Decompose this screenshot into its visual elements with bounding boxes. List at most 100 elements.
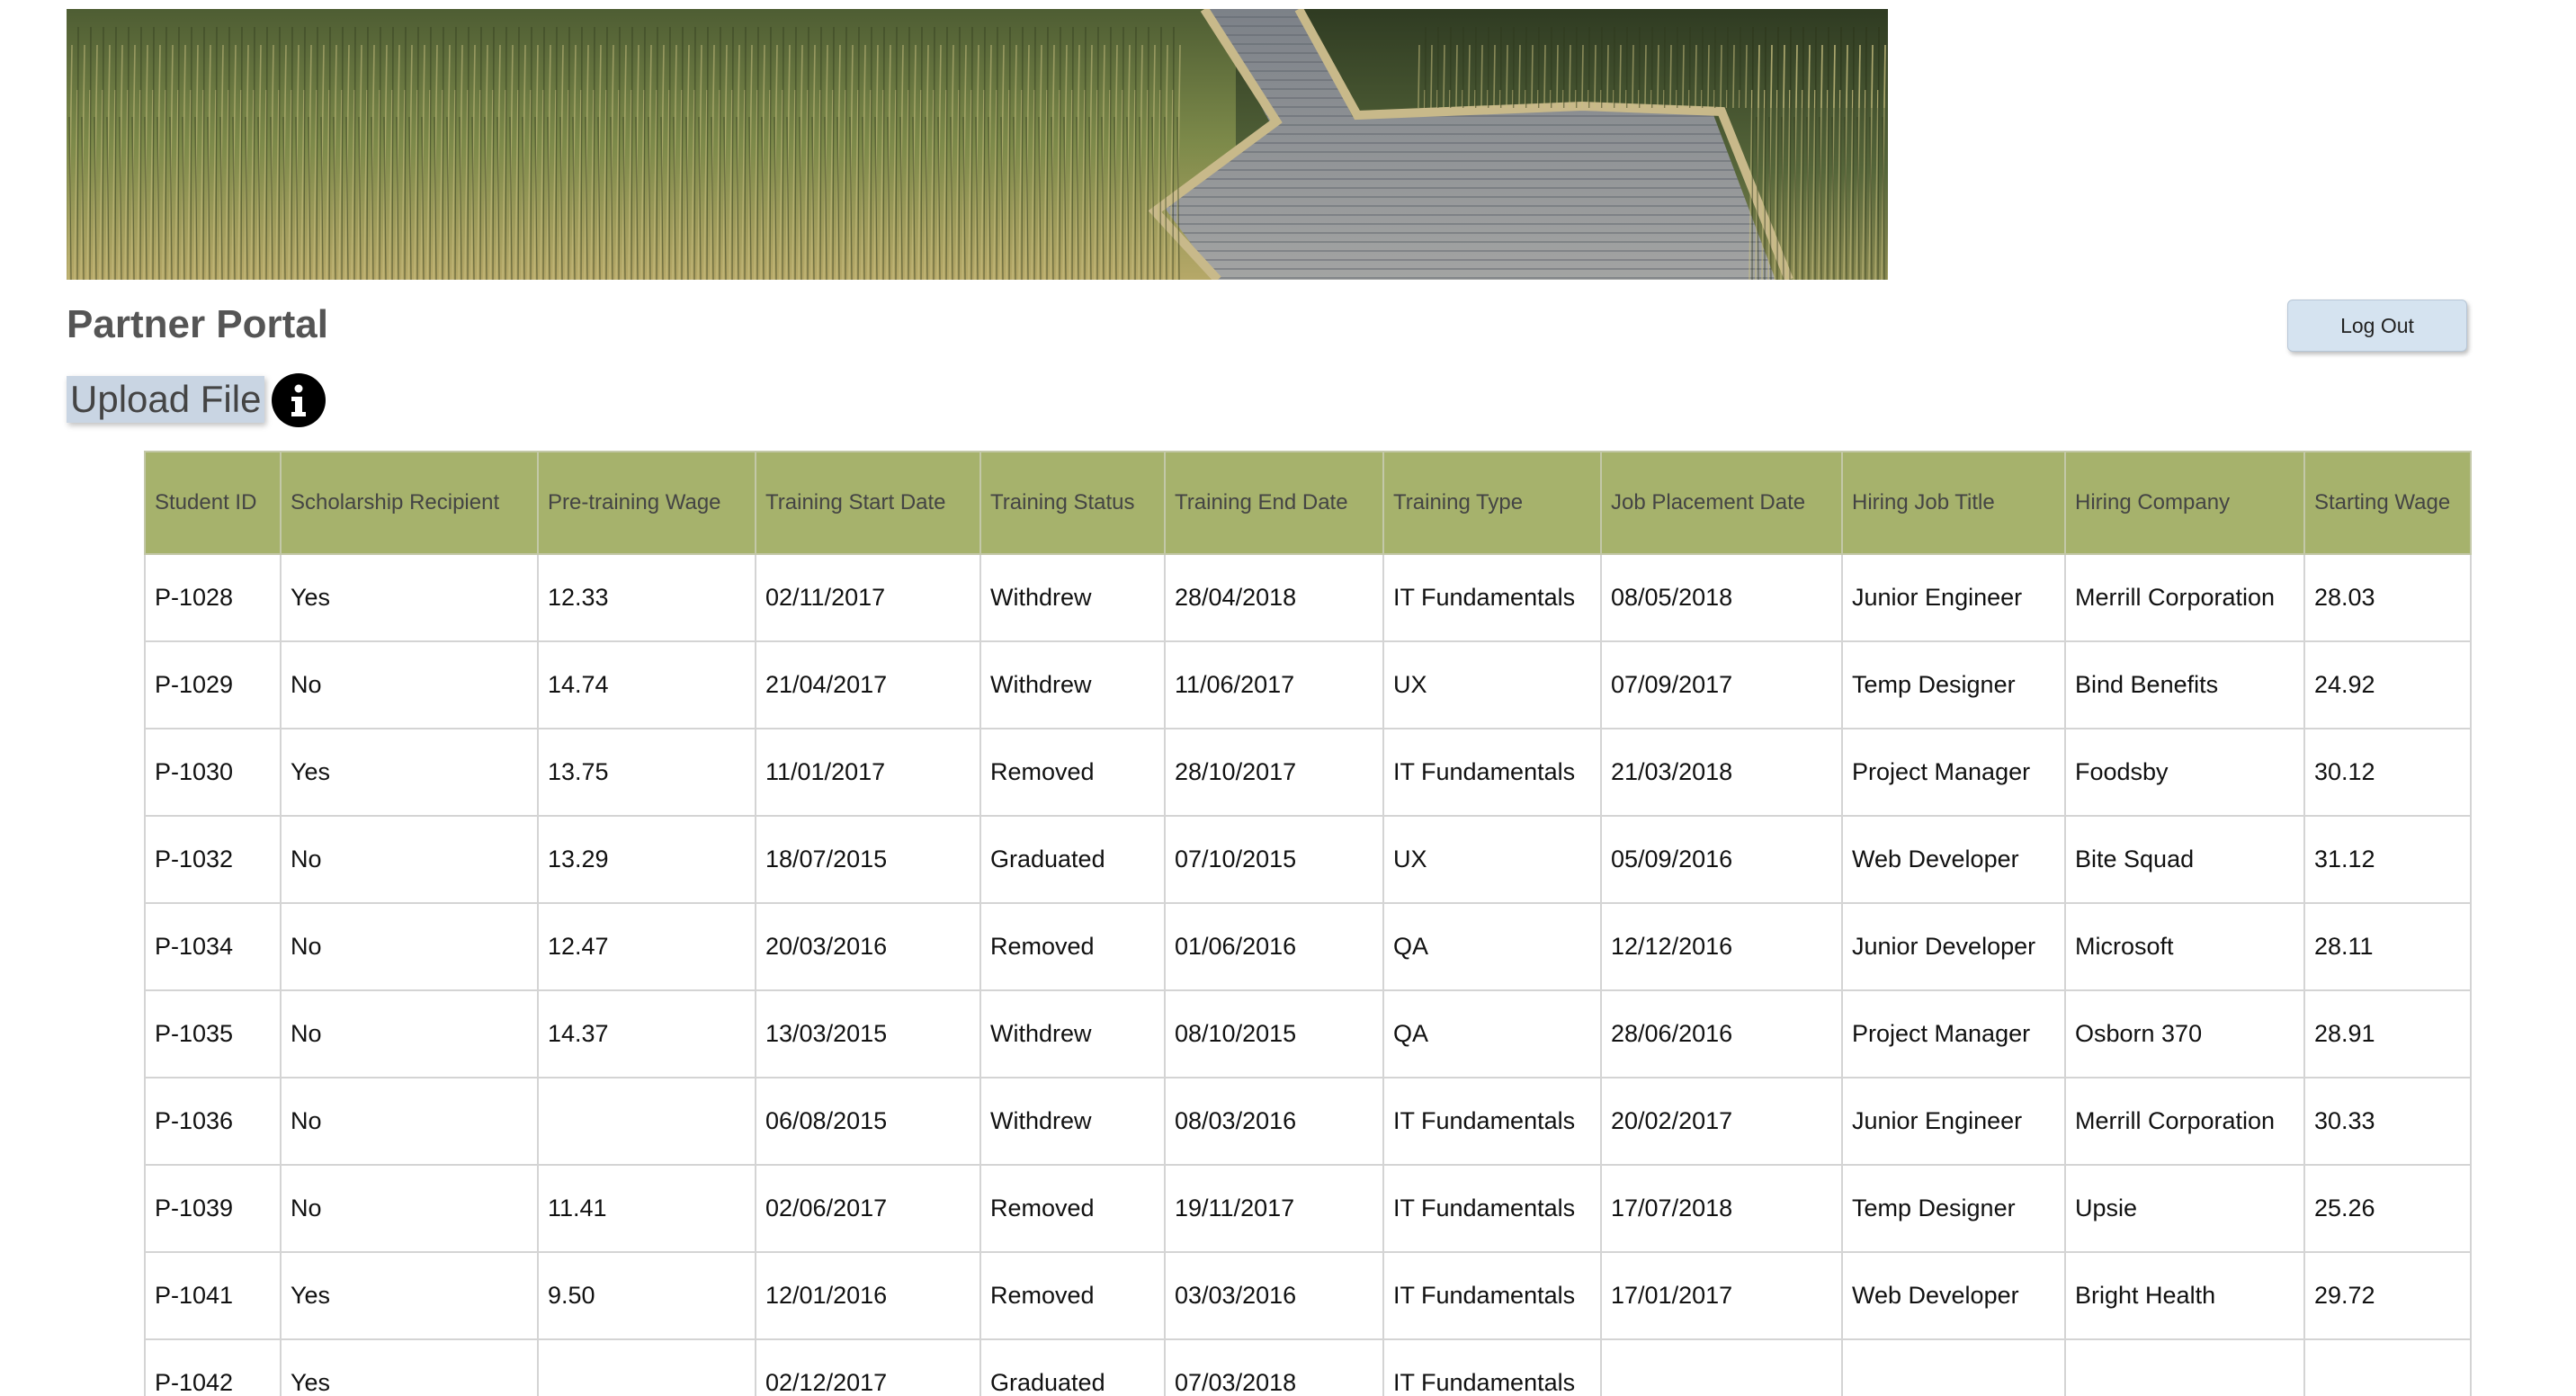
cell-training-end-date: 07/03/2018: [1164, 1338, 1384, 1396]
cell-training-start-date: 02/06/2017: [755, 1164, 981, 1253]
cell-training-status: Removed: [979, 1251, 1166, 1340]
cell-student-id: P-1032: [144, 815, 282, 904]
cell-job-placement-date: 28/06/2016: [1600, 989, 1843, 1078]
cell-starting-wage: 31.12: [2303, 815, 2472, 904]
cell-training-end-date: 28/10/2017: [1164, 728, 1384, 817]
cell-student-id: P-1036: [144, 1077, 282, 1166]
cell-training-type: IT Fundamentals: [1382, 553, 1602, 642]
table-row[interactable]: P-1029 No 14.74 21/04/2017 Withdrew 11/06/201…: [144, 640, 2472, 729]
table-row[interactable]: P-1036 No 06/08/2015 Withdrew 08/03/2016 IT F…: [144, 1077, 2472, 1166]
table-row[interactable]: P-1039 No 11.41 02/06/2017 Removed 19/11/2017…: [144, 1164, 2472, 1253]
students-table-container[interactable]: Student ID Scholarship Recipient Pre-tra…: [144, 451, 2488, 1396]
column-header-training-status[interactable]: Training Status: [979, 451, 1166, 555]
upload-file-button[interactable]: Upload File: [67, 376, 265, 423]
cell-job-placement-date: 17/07/2018: [1600, 1164, 1843, 1253]
table-row[interactable]: P-1042 Yes 02/12/2017 Graduated 07/03/2018 IT…: [144, 1338, 2472, 1396]
cell-training-start-date: 06/08/2015: [755, 1077, 981, 1166]
column-header-training-end-date[interactable]: Training End Date: [1164, 451, 1384, 555]
cell-training-end-date: 08/03/2016: [1164, 1077, 1384, 1166]
cell-training-start-date: 02/12/2017: [755, 1338, 981, 1396]
cell-hiring-job-title: Web Developer: [1841, 1251, 2066, 1340]
column-header-starting-wage[interactable]: Starting Wage: [2303, 451, 2472, 555]
table-row[interactable]: P-1032 No 13.29 18/07/2015 Graduated 07/10/20…: [144, 815, 2472, 904]
cell-training-status: Removed: [979, 728, 1166, 817]
cell-training-type: IT Fundamentals: [1382, 728, 1602, 817]
table-row[interactable]: P-1030 Yes 13.75 11/01/2017 Removed 28/10/201…: [144, 728, 2472, 817]
cell-training-status: Withdrew: [979, 553, 1166, 642]
cell-hiring-company: [2064, 1338, 2305, 1396]
cell-job-placement-date: [1600, 1338, 1843, 1396]
cell-training-status: Graduated: [979, 1338, 1166, 1396]
cell-scholarship-recipient: Yes: [280, 1251, 539, 1340]
cell-job-placement-date: 20/02/2017: [1600, 1077, 1843, 1166]
table-row[interactable]: P-1041 Yes 9.50 12/01/2016 Removed 03/03/2016…: [144, 1251, 2472, 1340]
cell-scholarship-recipient: No: [280, 815, 539, 904]
cell-pre-training-wage: 12.33: [537, 553, 756, 642]
cell-student-id: P-1029: [144, 640, 282, 729]
partner-portal-page: Partner Portal Log Out Upload File Stude…: [0, 0, 2576, 1396]
cell-starting-wage: 24.92: [2303, 640, 2472, 729]
cell-student-id: P-1035: [144, 989, 282, 1078]
cell-scholarship-recipient: No: [280, 989, 539, 1078]
log-out-button[interactable]: Log Out: [2287, 300, 2467, 352]
cell-training-end-date: 03/03/2016: [1164, 1251, 1384, 1340]
cell-hiring-company: Bind Benefits: [2064, 640, 2305, 729]
cell-training-status: Removed: [979, 902, 1166, 991]
cell-job-placement-date: 21/03/2018: [1600, 728, 1843, 817]
cell-student-id: P-1030: [144, 728, 282, 817]
cell-training-type: UX: [1382, 640, 1602, 729]
cell-hiring-company: Microsoft: [2064, 902, 2305, 991]
cell-scholarship-recipient: Yes: [280, 1338, 539, 1396]
cell-training-type: UX: [1382, 815, 1602, 904]
cell-scholarship-recipient: No: [280, 902, 539, 991]
cell-pre-training-wage: 11.41: [537, 1164, 756, 1253]
cell-hiring-company: Merrill Corporation: [2064, 1077, 2305, 1166]
table-row[interactable]: P-1028 Yes 12.33 02/11/2017 Withdrew 28/04/20…: [144, 553, 2472, 642]
cell-training-start-date: 20/03/2016: [755, 902, 981, 991]
info-icon[interactable]: [272, 373, 326, 427]
cell-training-status: Withdrew: [979, 1077, 1166, 1166]
cell-scholarship-recipient: No: [280, 1164, 539, 1253]
column-header-hiring-company[interactable]: Hiring Company: [2064, 451, 2305, 555]
column-header-pre-training-wage[interactable]: Pre-training Wage: [537, 451, 756, 555]
table-row[interactable]: P-1035 No 14.37 13/03/2015 Withdrew 08/10/201…: [144, 989, 2472, 1078]
cell-hiring-job-title: Project Manager: [1841, 989, 2066, 1078]
cell-training-end-date: 19/11/2017: [1164, 1164, 1384, 1253]
cell-hiring-job-title: Temp Designer: [1841, 1164, 2066, 1253]
column-header-job-placement-date[interactable]: Job Placement Date: [1600, 451, 1843, 555]
cell-training-end-date: 01/06/2016: [1164, 902, 1384, 991]
cell-pre-training-wage: 14.74: [537, 640, 756, 729]
cell-training-type: IT Fundamentals: [1382, 1164, 1602, 1253]
cell-hiring-company: Osborn 370: [2064, 989, 2305, 1078]
cell-training-end-date: 11/06/2017: [1164, 640, 1384, 729]
cell-starting-wage: [2303, 1338, 2472, 1396]
cell-scholarship-recipient: No: [280, 1077, 539, 1166]
column-header-student-id[interactable]: Student ID: [144, 451, 282, 555]
cell-training-start-date: 12/01/2016: [755, 1251, 981, 1340]
cell-hiring-job-title: Junior Developer: [1841, 902, 2066, 991]
cell-training-status: Withdrew: [979, 640, 1166, 729]
cell-hiring-job-title: Web Developer: [1841, 815, 2066, 904]
cell-hiring-company: Foodsby: [2064, 728, 2305, 817]
cell-starting-wage: 28.11: [2303, 902, 2472, 991]
column-header-scholarship-recipient[interactable]: Scholarship Recipient: [280, 451, 539, 555]
cell-student-id: P-1034: [144, 902, 282, 991]
cell-training-start-date: 13/03/2015: [755, 989, 981, 1078]
cell-student-id: P-1042: [144, 1338, 282, 1396]
cell-student-id: P-1028: [144, 553, 282, 642]
column-header-training-type[interactable]: Training Type: [1382, 451, 1602, 555]
cell-training-type: QA: [1382, 989, 1602, 1078]
cell-job-placement-date: 07/09/2017: [1600, 640, 1843, 729]
column-header-hiring-job-title[interactable]: Hiring Job Title: [1841, 451, 2066, 555]
table-row[interactable]: P-1034 No 12.47 20/03/2016 Removed 01/06/2016…: [144, 902, 2472, 991]
cell-starting-wage: 28.03: [2303, 553, 2472, 642]
cell-training-end-date: 28/04/2018: [1164, 553, 1384, 642]
cell-training-start-date: 18/07/2015: [755, 815, 981, 904]
column-header-training-start-date[interactable]: Training Start Date: [755, 451, 981, 555]
cell-pre-training-wage: 14.37: [537, 989, 756, 1078]
cell-hiring-company: Merrill Corporation: [2064, 553, 2305, 642]
cell-starting-wage: 29.72: [2303, 1251, 2472, 1340]
cell-starting-wage: 30.33: [2303, 1077, 2472, 1166]
cell-scholarship-recipient: Yes: [280, 728, 539, 817]
cell-hiring-company: Bite Squad: [2064, 815, 2305, 904]
